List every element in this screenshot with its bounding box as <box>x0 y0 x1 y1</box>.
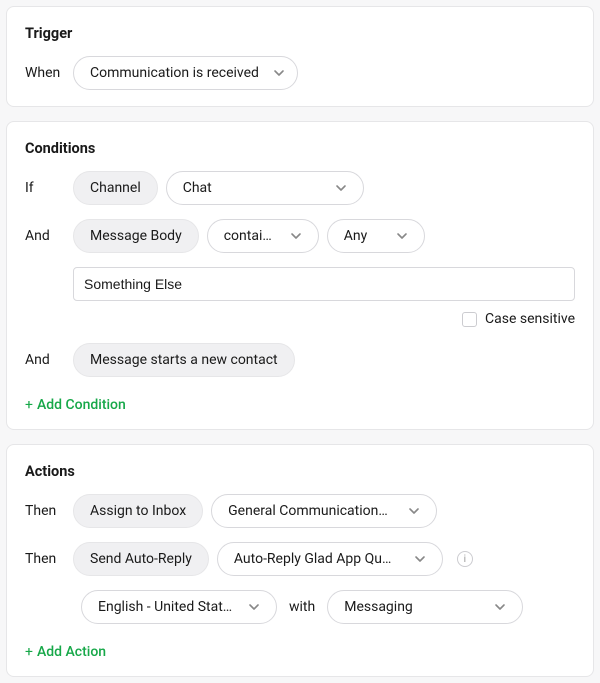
case-sensitive-label: Case sensitive <box>485 311 575 327</box>
action-assign-inbox[interactable]: Assign to Inbox <box>73 494 203 528</box>
auto-reply-template-select[interactable]: Auto-Reply Glad App Qu… <box>217 542 443 576</box>
message-body-value-input[interactable] <box>73 267 575 301</box>
action-auto-reply-label: Send Auto-Reply <box>90 551 192 567</box>
trigger-card: Trigger When Communication is received <box>6 6 594 107</box>
field-new-contact-label: Message starts a new contact <box>90 352 278 368</box>
assign-target-label: General Communication… <box>228 503 388 519</box>
condition-row-2: And Message Body contains Any <box>25 219 575 253</box>
language-label: English - United States <box>98 599 234 615</box>
action-auto-reply[interactable]: Send Auto-Reply <box>73 542 209 576</box>
action-row-2: Then Send Auto-Reply Auto-Reply Glad App… <box>25 542 575 576</box>
mode-label: Any <box>344 228 368 244</box>
assign-target-select[interactable]: General Communication… <box>211 494 437 528</box>
condition-value-row <box>25 267 575 301</box>
chevron-down-icon <box>414 553 426 565</box>
plus-icon: + <box>25 644 33 660</box>
reply-channel-select[interactable]: Messaging <box>327 590 523 624</box>
condition-row-3: And Message starts a new contact <box>25 343 575 377</box>
chevron-down-icon <box>335 182 347 194</box>
chevron-down-icon <box>396 230 408 242</box>
with-label: with <box>289 599 315 615</box>
add-condition-button[interactable]: + Add Condition <box>25 397 126 413</box>
chevron-down-icon <box>408 505 420 517</box>
case-sensitive-checkbox[interactable] <box>462 312 477 327</box>
channel-value-label: Chat <box>183 180 212 196</box>
add-action-button[interactable]: + Add Action <box>25 644 106 660</box>
trigger-title: Trigger <box>25 25 575 42</box>
add-condition-label: Add Condition <box>37 397 126 413</box>
and-label-2: And <box>25 352 65 368</box>
reply-channel-label: Messaging <box>344 599 413 615</box>
field-channel-label: Channel <box>90 180 141 196</box>
language-select[interactable]: English - United States <box>81 590 277 624</box>
operator-label: contains <box>224 228 276 244</box>
conditions-title: Conditions <box>25 140 575 157</box>
action-assign-inbox-label: Assign to Inbox <box>90 503 186 519</box>
channel-value-select[interactable]: Chat <box>166 171 364 205</box>
and-label-1: And <box>25 228 65 244</box>
action-row-2b: English - United States with Messaging <box>25 590 575 624</box>
conditions-card: Conditions If Channel Chat And Message B… <box>6 121 594 430</box>
then-label-2: Then <box>25 551 65 567</box>
then-label-1: Then <box>25 503 65 519</box>
add-action-label: Add Action <box>37 644 106 660</box>
actions-card: Actions Then Assign to Inbox General Com… <box>6 444 594 677</box>
actions-title: Actions <box>25 463 575 480</box>
plus-icon: + <box>25 397 33 413</box>
info-icon[interactable]: i <box>457 551 473 567</box>
field-new-contact[interactable]: Message starts a new contact <box>73 343 295 377</box>
trigger-event-select[interactable]: Communication is received <box>73 56 298 90</box>
auto-reply-template-label: Auto-Reply Glad App Qu… <box>234 551 391 567</box>
field-channel[interactable]: Channel <box>73 171 158 205</box>
chevron-down-icon <box>290 230 302 242</box>
field-message-body-label: Message Body <box>90 228 182 244</box>
trigger-row: When Communication is received <box>25 56 575 90</box>
if-label: If <box>25 180 65 196</box>
when-label: When <box>25 65 65 81</box>
chevron-down-icon <box>273 67 285 79</box>
trigger-event-label: Communication is received <box>90 65 259 81</box>
action-row-1: Then Assign to Inbox General Communicati… <box>25 494 575 528</box>
mode-select[interactable]: Any <box>327 219 425 253</box>
operator-select[interactable]: contains <box>207 219 319 253</box>
field-message-body[interactable]: Message Body <box>73 219 199 253</box>
condition-row-1: If Channel Chat <box>25 171 575 205</box>
case-sensitive-row: Case sensitive <box>25 311 575 327</box>
